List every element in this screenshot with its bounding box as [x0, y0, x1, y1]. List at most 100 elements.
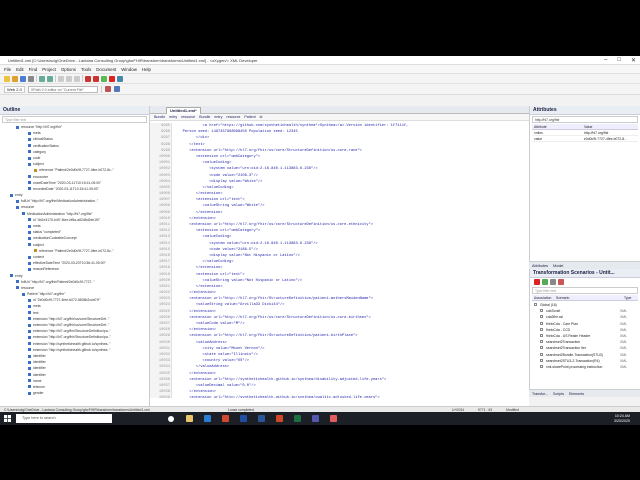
configure-scenario-icon[interactable] [117, 75, 123, 82]
breadcrumb-item[interactable]: resource [181, 115, 195, 119]
tab-transformation[interactable]: Transfor... [532, 392, 548, 396]
transformation-scenarios-panel: Transformation Scenarios - Untit... Type… [529, 269, 640, 389]
checkbox[interactable] [540, 315, 543, 319]
element-icon [28, 243, 31, 247]
menu-window[interactable]: Window [121, 67, 137, 72]
checkbox[interactable] [540, 309, 543, 313]
checkbox[interactable] [540, 327, 543, 331]
cortana-icon[interactable] [168, 415, 174, 422]
code-line[interactable]: 10036 <extension url="http://synthetiche… [150, 377, 408, 383]
check-wellformed-icon[interactable] [93, 75, 99, 82]
application-window: Untitled1.xml [C:\Users\sclg\OneDrive - … [0, 56, 640, 425]
tab-attributes[interactable]: Attributes [532, 264, 548, 268]
apply-scenario-icon[interactable] [534, 279, 540, 285]
status-encoding: U+0034 [452, 407, 464, 412]
attributes-url-field[interactable]: http://hl7.org/fhir [532, 116, 638, 123]
element-icon [22, 212, 25, 216]
tab-elements[interactable]: Elements [569, 392, 584, 396]
checkbox[interactable] [540, 333, 543, 337]
checkbox[interactable] [540, 364, 543, 368]
maximize-button[interactable]: □ [617, 57, 621, 64]
save-icon[interactable] [20, 75, 26, 82]
close-button[interactable]: ✕ [631, 57, 636, 64]
code-text: <code value="2106-3"/> [176, 173, 258, 178]
menu-help[interactable]: Help [142, 67, 151, 72]
element-icon [28, 150, 31, 154]
copy-icon[interactable] [66, 75, 72, 82]
menu-options[interactable]: Options [61, 67, 76, 72]
breadcrumb-item[interactable]: id [260, 115, 263, 119]
breadcrumb-item[interactable]: Bundle [154, 115, 165, 119]
outlook-icon[interactable] [240, 415, 247, 422]
code-text: <extension url="http://hl7.org/fhir/Stru… [176, 297, 373, 302]
tree-node-label: reference "Patient/2e0d0c9f-7727-4fee-b0… [39, 168, 114, 173]
print-icon[interactable] [28, 75, 34, 82]
taskbar-search-input[interactable]: Type here to search [16, 414, 112, 423]
breadcrumb-item[interactable]: Bundle [199, 115, 210, 119]
edit-scenario-icon[interactable] [550, 279, 556, 285]
tree-node[interactable]: gender [0, 390, 148, 396]
tab-scripts[interactable]: Scripts [553, 392, 564, 396]
new-file-icon[interactable] [4, 75, 10, 82]
element-icon [16, 286, 19, 290]
breadcrumb-item[interactable]: entry [214, 115, 222, 119]
code-area[interactable]: 9995 <a href="https://github.com/synthet… [150, 123, 529, 398]
breadcrumb-item[interactable]: entry [169, 115, 177, 119]
debug-icon[interactable] [101, 75, 107, 82]
code-line[interactable]: 10039 <extension url="http://synthetiche… [150, 395, 408, 398]
taskbar-clock[interactable]: 10:24 AM 3/20/2020 [614, 414, 630, 423]
menu-edit[interactable]: Edit [16, 67, 24, 72]
run-transformation-icon[interactable] [109, 75, 115, 82]
xpath-input[interactable]: XPath 2.0 editor on "Current File" [27, 85, 98, 93]
tree-node-label: entry [15, 193, 23, 198]
file-explorer-icon[interactable] [186, 415, 193, 422]
redo-icon[interactable] [47, 75, 53, 82]
menu-file[interactable]: File [4, 67, 11, 72]
windows-start-icon[interactable] [4, 415, 11, 422]
word-icon[interactable] [258, 415, 265, 422]
checkbox[interactable] [540, 321, 543, 325]
paste-icon[interactable] [74, 75, 80, 82]
menu-tools[interactable]: Tools [81, 67, 91, 72]
new-scenario-icon[interactable] [542, 279, 548, 285]
toggle-comment-icon[interactable] [113, 86, 120, 92]
checkbox[interactable] [534, 303, 537, 306]
edge-icon[interactable] [204, 415, 211, 422]
breadcrumb-item[interactable]: resource [226, 115, 240, 119]
tree-node-label: extension "http://hl7.org/fhir/us/core/S… [33, 316, 110, 321]
undo-icon[interactable] [39, 75, 45, 82]
code-text: </extension> [176, 284, 223, 289]
checkbox[interactable] [540, 352, 543, 356]
checkbox[interactable] [540, 340, 543, 344]
scenario-item[interactable]: xml-sharePoint processing instruction XML [530, 364, 640, 370]
tab-model[interactable]: Model [553, 264, 563, 268]
code-text: <extension url="text"> [176, 198, 245, 203]
menu-document[interactable]: Document [96, 67, 116, 72]
chrome-icon[interactable] [222, 415, 229, 422]
code-text: <extension url="http://synthetichealth.g… [176, 377, 387, 382]
checkbox[interactable] [540, 346, 543, 350]
teams-icon[interactable] [312, 415, 319, 422]
menu-find[interactable]: Find [29, 67, 38, 72]
table-row[interactable]: value e0d0c9f-7727-4fee-b072-8... [532, 136, 638, 142]
checkbox[interactable] [540, 358, 543, 362]
tab-untitled1[interactable]: Untitled1.xml* [166, 106, 201, 114]
powerpoint-icon[interactable] [276, 415, 283, 422]
element-icon [28, 224, 31, 228]
element-icon [28, 162, 31, 166]
format-indent-icon[interactable] [104, 86, 111, 92]
cut-icon[interactable] [58, 75, 64, 82]
validate-icon[interactable] [85, 75, 91, 82]
scenarios-filter-input[interactable]: Type filter text [532, 287, 638, 294]
xpath-mode-select[interactable]: Web 2.0 [4, 85, 25, 93]
open-folder-icon[interactable] [12, 75, 18, 82]
minimize-button[interactable]: – [604, 57, 607, 64]
tree-node-label: gender [33, 391, 44, 396]
menu-project[interactable]: Project [42, 67, 56, 72]
excel-icon[interactable] [294, 415, 301, 422]
code-text: <extension url="http://hl7.org/fhir/Stru… [176, 334, 358, 339]
oxygen-icon[interactable] [330, 415, 337, 422]
breadcrumb-item[interactable]: Patient [244, 115, 255, 119]
delete-scenario-icon[interactable] [558, 279, 564, 285]
outline-filter-input[interactable]: Type filter text [2, 116, 147, 123]
